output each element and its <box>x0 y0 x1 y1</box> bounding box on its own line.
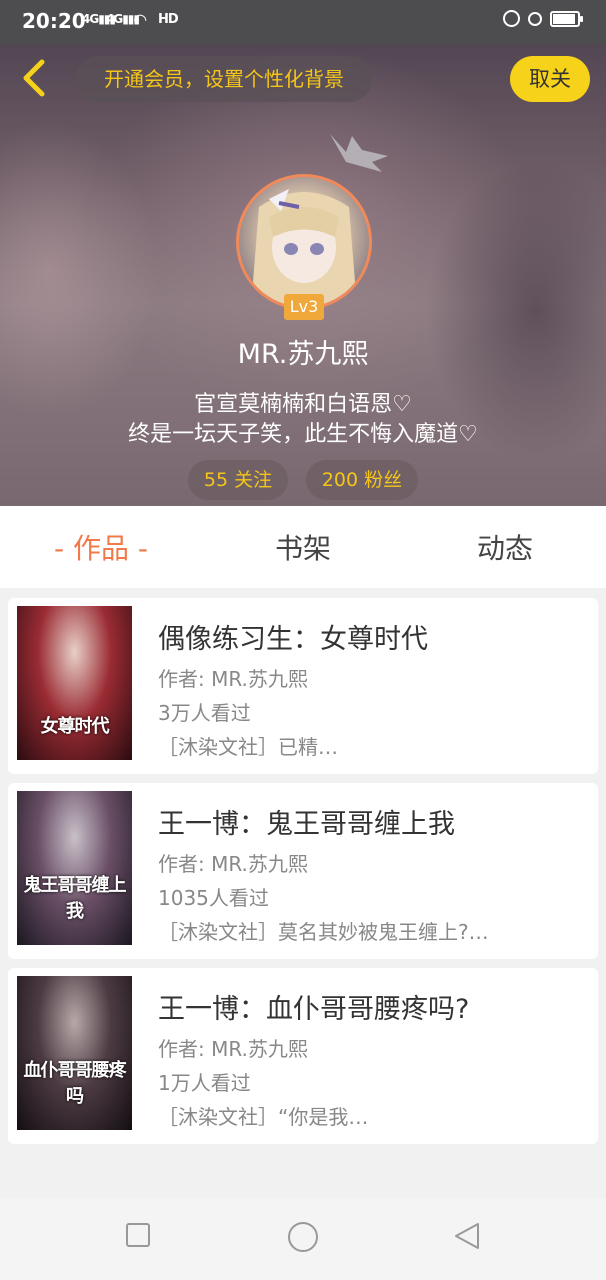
book-cover: 女尊时代 <box>17 606 132 760</box>
network-type-label: 4G <box>82 12 99 26</box>
tab-indicator-right: - <box>137 532 149 565</box>
hd-icon: HD <box>158 12 179 27</box>
square-icon[interactable] <box>124 1221 152 1249</box>
tab-feed[interactable]: 动态 <box>404 506 606 588</box>
triangle-back-icon[interactable] <box>452 1221 482 1251</box>
book-author: 作者: MR.苏九熙 <box>158 667 308 691</box>
unfollow-button[interactable]: 取关 <box>510 56 590 102</box>
book-views: 1万人看过 <box>158 1071 251 1095</box>
background-blur-left <box>0 120 160 420</box>
lock-rotation-icon <box>503 10 520 27</box>
back-arrow-icon <box>23 59 45 97</box>
tab-works[interactable]: - 作品 - <box>0 506 202 588</box>
username: MR.苏九熙 <box>237 339 369 370</box>
tab-works-label: 作品 <box>72 532 129 565</box>
book-description: ［沐染文社］已精… <box>158 735 338 759</box>
book-card[interactable]: 鬼王哥哥缠上我 王一博：鬼王哥哥缠上我 作者: MR.苏九熙 1035人看过 ［… <box>8 783 598 959</box>
cover-title: 血仆哥哥腰疼吗 <box>23 1060 127 1107</box>
battery-icon <box>550 10 583 27</box>
profile-header: 20:20 4G▮▮▮ 4G▮▮▮ ◠ HD 开通会员，设置个性化背景 取关 L… <box>0 0 606 506</box>
status-bar: 20:20 4G▮▮▮ 4G▮▮▮ ◠ HD <box>0 0 606 44</box>
book-card[interactable]: 血仆哥哥腰疼吗 王一博：血仆哥哥腰疼吗? 作者: MR.苏九熙 1万人看过 ［沐… <box>8 968 598 1144</box>
avatar[interactable] <box>236 174 372 310</box>
book-views: 1035人看过 <box>158 886 269 910</box>
avatar-illustration <box>251 189 357 307</box>
book-title: 王一博：鬼王哥哥缠上我 <box>158 809 455 840</box>
system-nav-bar <box>0 1198 606 1280</box>
tab-shelf[interactable]: 书架 <box>202 506 404 588</box>
fans-count[interactable]: 200 粉丝 <box>306 460 418 500</box>
following-count[interactable]: 55 关注 <box>188 460 288 500</box>
book-list: 女尊时代 偶像练习生：女尊时代 作者: MR.苏九熙 3万人看过 ［沐染文社］已… <box>8 598 598 1153</box>
book-author: 作者: MR.苏九熙 <box>158 1037 308 1061</box>
book-info: 偶像练习生：女尊时代 作者: MR.苏九熙 3万人看过 ［沐染文社］已精… <box>158 618 588 764</box>
book-info: 王一博：血仆哥哥腰疼吗? 作者: MR.苏九熙 1万人看过 ［沐染文社］“你是我… <box>158 988 588 1134</box>
status-time: 20:20 <box>22 9 86 33</box>
cover-title: 鬼王哥哥缠上我 <box>23 875 127 922</box>
book-author: 作者: MR.苏九熙 <box>158 852 308 876</box>
tab-indicator-left: - <box>53 532 65 565</box>
cover-title: 女尊时代 <box>40 716 110 737</box>
circle-icon[interactable] <box>286 1220 320 1254</box>
book-card[interactable]: 女尊时代 偶像练习生：女尊时代 作者: MR.苏九熙 3万人看过 ［沐染文社］已… <box>8 598 598 774</box>
bio-line-2: 终是一坛天子笑，此生不悔入魔道♡ <box>128 422 478 447</box>
bio-line-1: 官宣莫楠楠和白语恩♡ <box>194 392 412 417</box>
location-icon <box>528 11 542 26</box>
status-right-icons <box>503 10 583 27</box>
wifi-icon: ◠ <box>134 10 146 29</box>
book-description: ［沐染文社］“你是我… <box>158 1105 369 1129</box>
book-description: ［沐染文社］莫名其妙被鬼王缠上?… <box>158 920 489 944</box>
book-info: 王一博：鬼王哥哥缠上我 作者: MR.苏九熙 1035人看过 ［沐染文社］莫名其… <box>158 803 588 949</box>
back-button[interactable] <box>18 58 54 98</box>
book-cover: 血仆哥哥腰疼吗 <box>17 976 132 1130</box>
vip-background-prompt[interactable]: 开通会员，设置个性化背景 <box>76 56 372 102</box>
book-title: 偶像练习生：女尊时代 <box>158 624 428 655</box>
profile-tabs: - 作品 - 书架 动态 <box>0 506 606 588</box>
book-cover: 鬼王哥哥缠上我 <box>17 791 132 945</box>
network-type-label-2: 4G <box>106 12 123 26</box>
book-title: 王一博：血仆哥哥腰疼吗? <box>158 994 470 1025</box>
level-badge: Lv3 <box>284 294 324 320</box>
book-views: 3万人看过 <box>158 701 251 725</box>
